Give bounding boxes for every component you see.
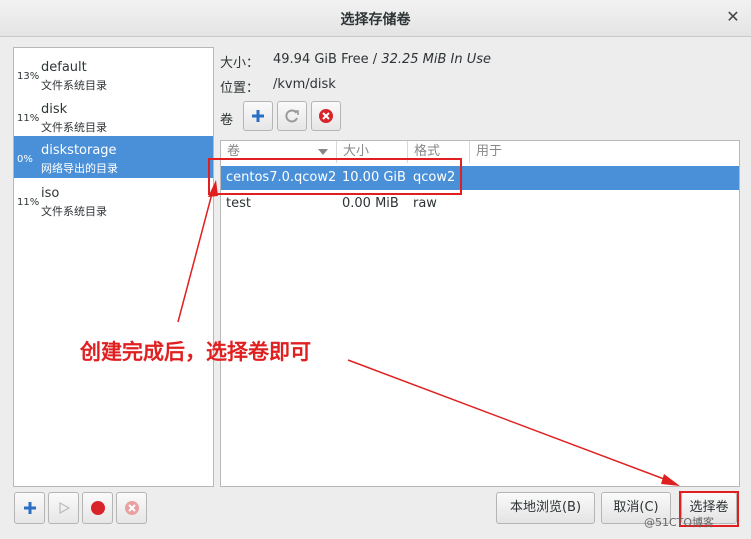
browse-local-button[interactable]: 本地浏览(B) <box>496 492 595 524</box>
add-pool-button[interactable] <box>14 492 45 524</box>
delete-pool-button[interactable] <box>116 492 147 524</box>
annotation-arrows <box>177 180 680 486</box>
delete-icon <box>124 501 139 515</box>
stop-pool-button[interactable] <box>82 492 113 524</box>
watermark: @51CTO博客 <box>644 516 715 529</box>
record-icon <box>90 501 105 515</box>
start-pool-button[interactable] <box>48 492 79 524</box>
play-icon <box>58 502 70 514</box>
annotation-text: 创建完成后，选择卷即可 <box>80 339 311 364</box>
plus-icon <box>23 502 36 514</box>
